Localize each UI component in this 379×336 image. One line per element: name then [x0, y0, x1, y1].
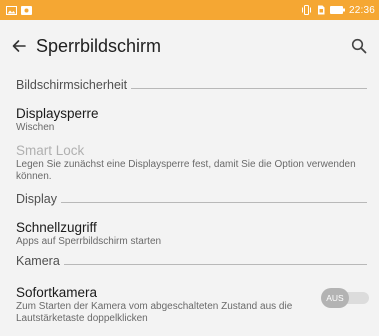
- section-divider: [63, 264, 367, 265]
- toggle-label: AUS: [326, 293, 344, 303]
- back-button[interactable]: [8, 35, 30, 57]
- item-subtitle: Zum Starten der Kamera vom abgeschaltete…: [16, 301, 293, 324]
- display-lock-item[interactable]: Displaysperre Wischen: [0, 96, 379, 138]
- section-title: Display: [16, 192, 57, 206]
- item-title: Displaysperre: [16, 106, 99, 121]
- section-title: Bildschirmsicherheit: [16, 78, 128, 92]
- item-title: Sofortkamera: [16, 285, 98, 300]
- page-title: Sperrbildschirm: [36, 35, 162, 56]
- image-icon: [6, 5, 17, 15]
- item-subtitle: Legen Sie zunächst eine Displaysperre fe…: [16, 159, 356, 182]
- item-subtitle: Apps auf Sperrbildschirm starten: [16, 236, 162, 247]
- section-divider: [61, 202, 367, 203]
- instant-camera-toggle[interactable]: AUS: [321, 288, 371, 308]
- section-header-camera: Kamera: [0, 252, 379, 272]
- status-bar-right: 22:36: [301, 5, 375, 16]
- smart-lock-item[interactable]: Smart Lock Legen Sie zunächst eine Displ…: [0, 138, 379, 188]
- section-header-display: Display: [0, 188, 379, 210]
- vibrate-icon: [301, 5, 312, 15]
- item-title: Smart Lock: [16, 143, 85, 158]
- search-button[interactable]: [347, 34, 371, 58]
- quick-access-item[interactable]: Schnellzugriff Apps auf Sperrbildschirm …: [0, 210, 379, 252]
- section-title: Kamera: [16, 254, 60, 268]
- search-icon: [351, 38, 367, 54]
- toggle-knob: AUS: [321, 288, 349, 308]
- sim-icon: [316, 5, 326, 15]
- battery-icon: [329, 6, 345, 14]
- arrow-left-icon: [12, 40, 26, 52]
- photo-icon: [21, 5, 32, 15]
- status-time: 22:36: [348, 4, 375, 16]
- item-subtitle: Wischen: [16, 122, 55, 133]
- item-title: Schnellzugriff: [16, 220, 97, 235]
- status-bar: 22:36: [0, 0, 379, 20]
- section-divider: [131, 88, 367, 89]
- settings-list: Bildschirmsicherheit Displaysperre Wisch…: [0, 72, 379, 336]
- status-bar-left: [6, 5, 32, 15]
- instant-camera-item[interactable]: Sofortkamera Zum Starten der Kamera vom …: [0, 272, 379, 328]
- toolbar: Sperrbildschirm: [0, 20, 379, 72]
- section-header-security: Bildschirmsicherheit: [0, 72, 379, 96]
